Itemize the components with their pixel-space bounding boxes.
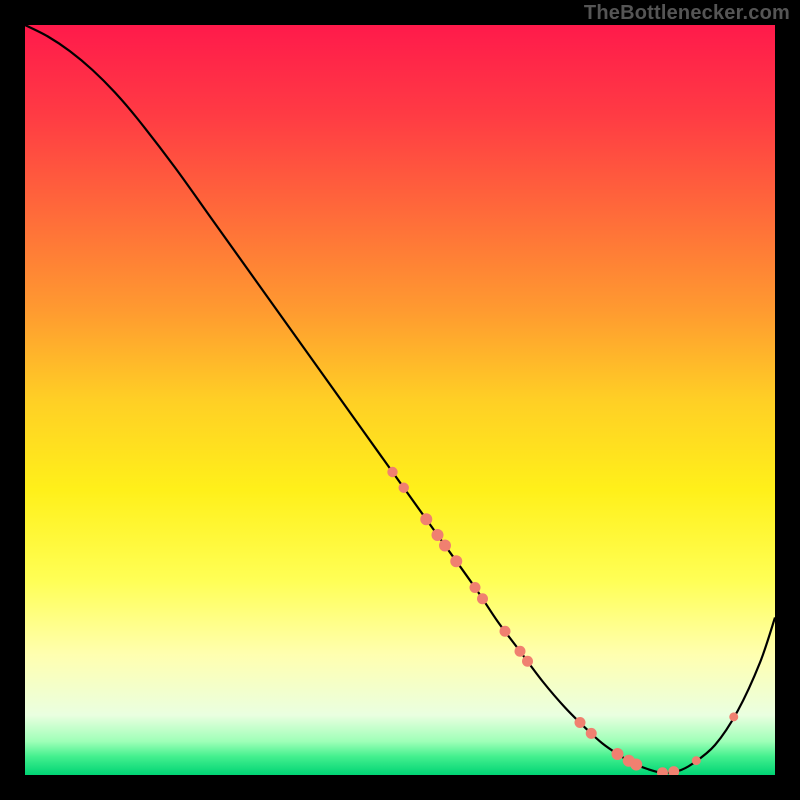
marker-dot	[432, 529, 444, 541]
marker-dot	[522, 656, 533, 667]
marker-dot	[470, 582, 481, 593]
marker-dot	[399, 483, 409, 493]
marker-dot	[586, 728, 597, 739]
marker-dot	[692, 756, 701, 765]
chart-stage: TheBottlenecker.com	[0, 0, 800, 800]
marker-dot	[612, 748, 624, 760]
marker-dot	[729, 712, 738, 721]
bottleneck-chart	[25, 25, 775, 775]
marker-dot	[477, 593, 488, 604]
gradient-background	[25, 25, 775, 775]
marker-dot	[500, 626, 511, 637]
marker-dot	[420, 513, 432, 525]
marker-dot	[439, 540, 451, 552]
marker-dot	[515, 646, 526, 657]
marker-dot	[387, 467, 397, 477]
marker-dot	[575, 717, 586, 728]
watermark-label: TheBottlenecker.com	[584, 2, 790, 25]
marker-dot	[630, 759, 642, 771]
marker-dot	[450, 555, 462, 567]
